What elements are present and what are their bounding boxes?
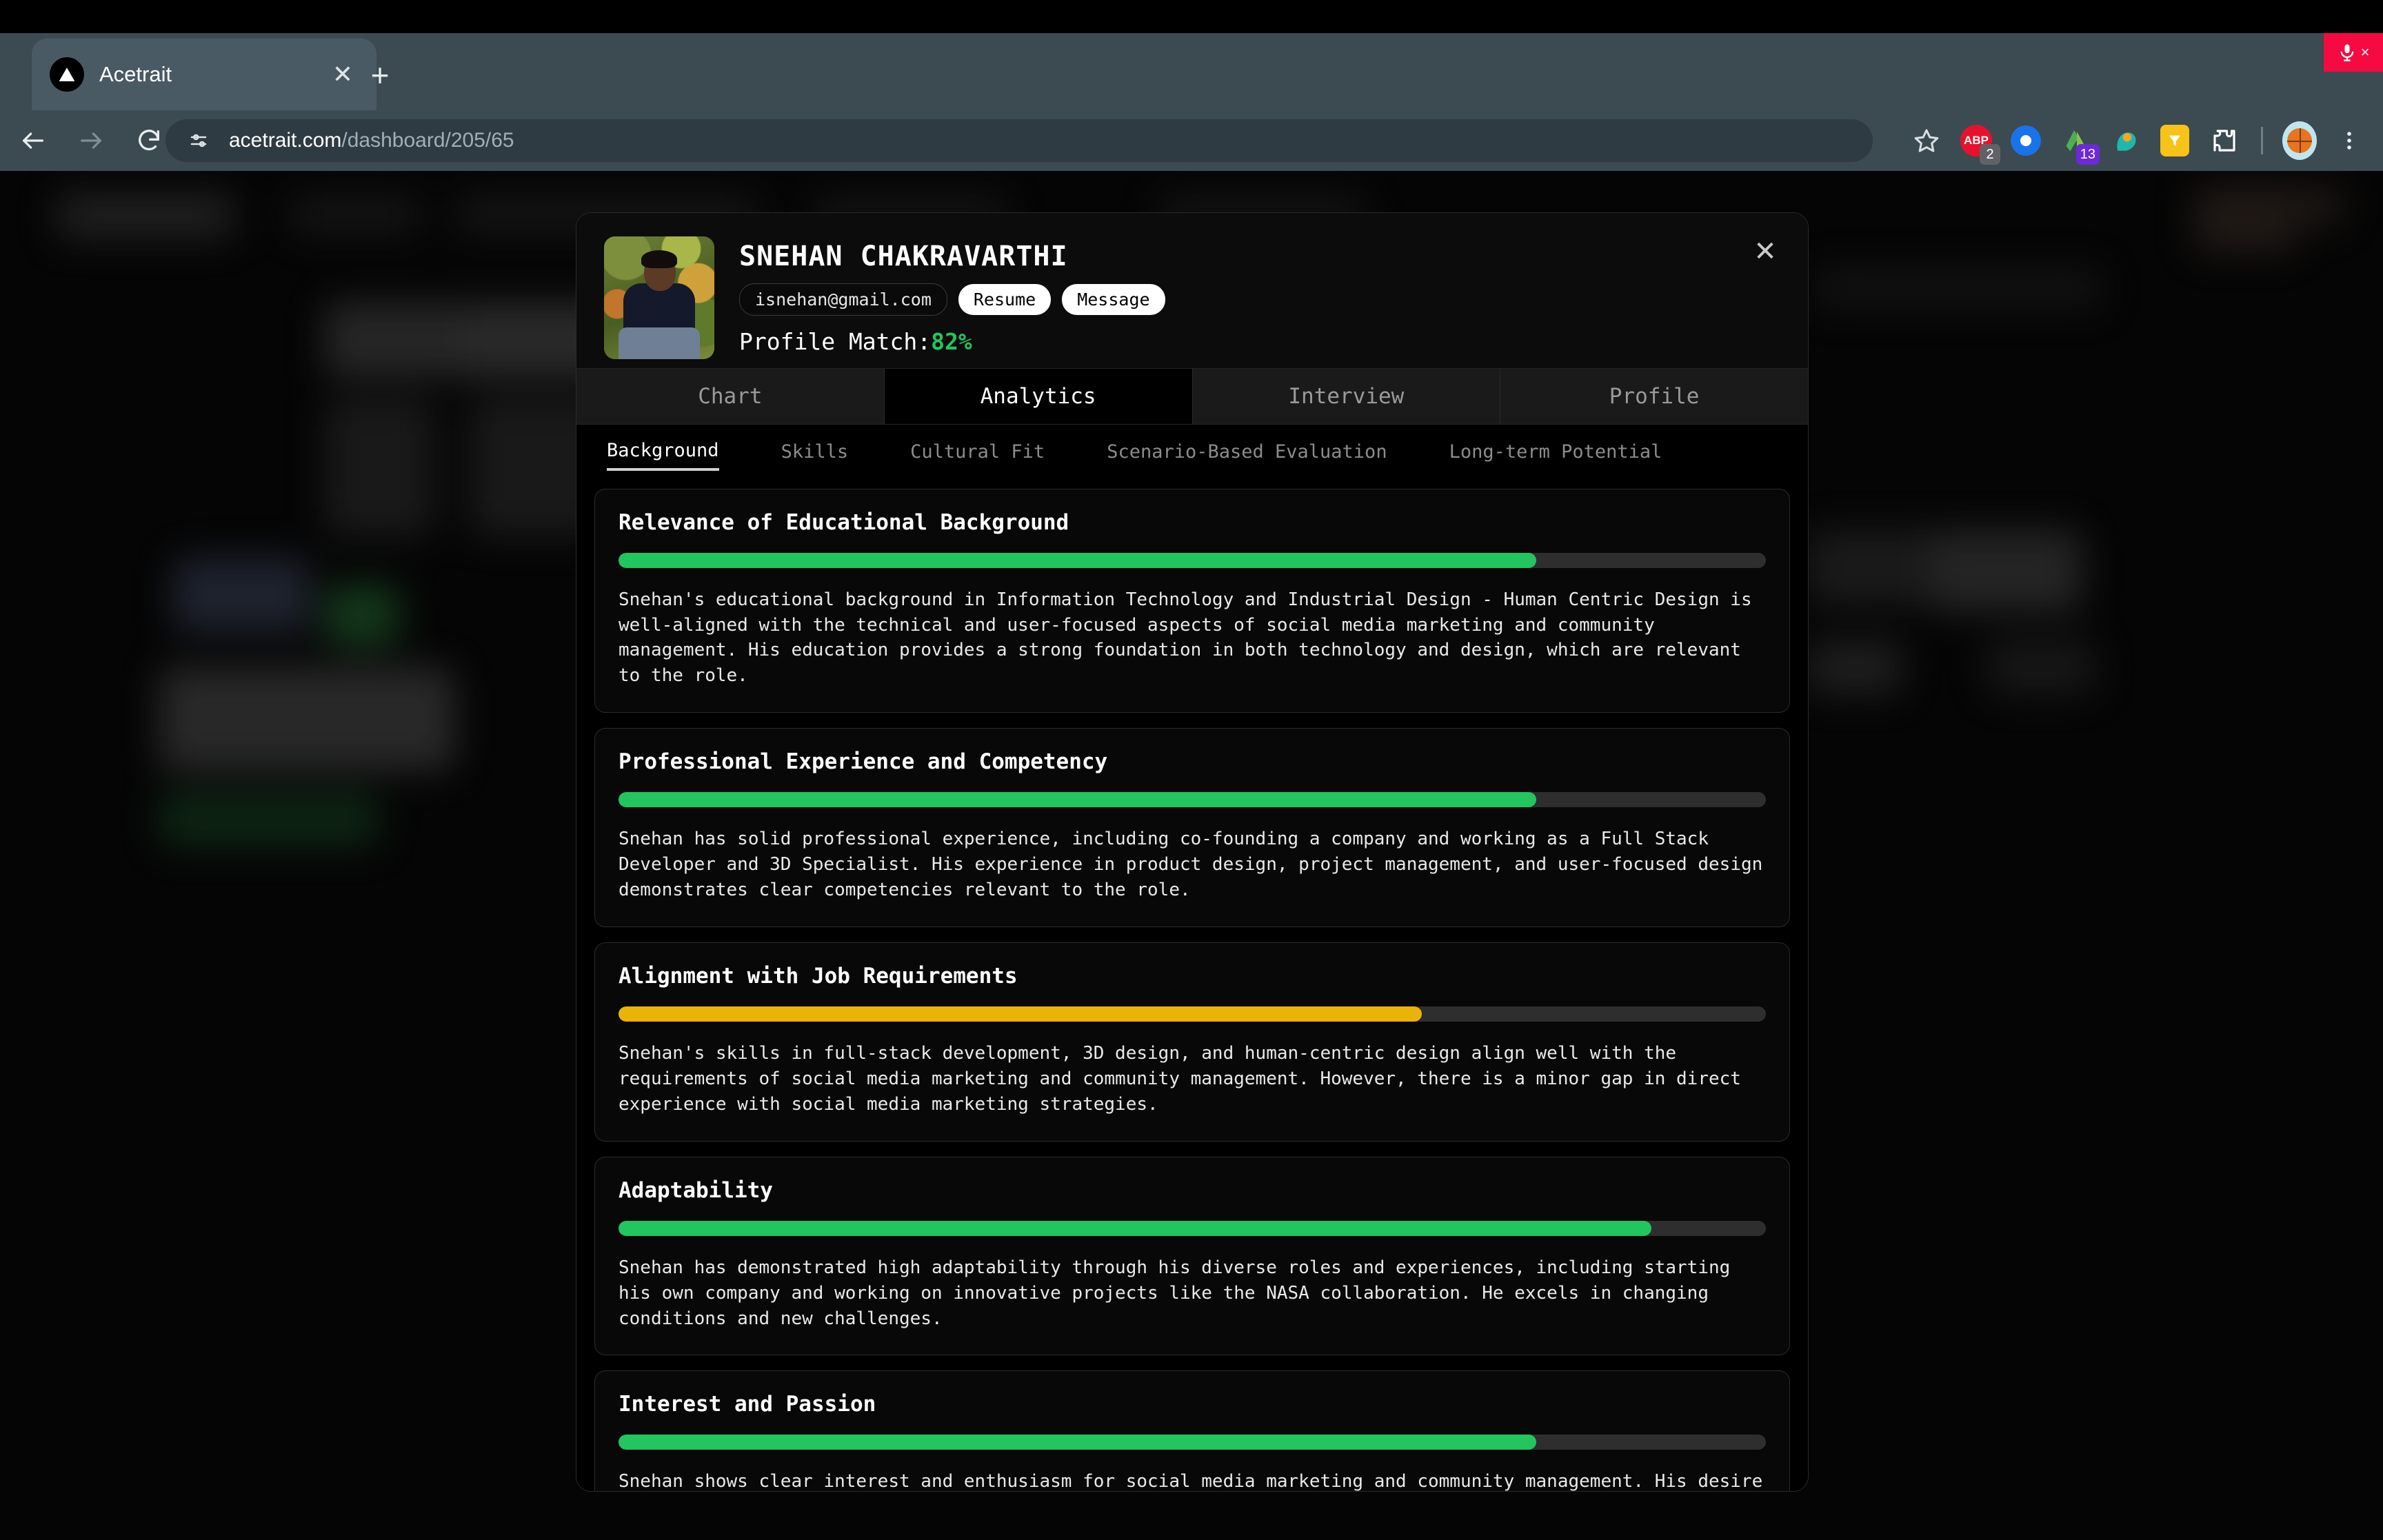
close-icon[interactable]: ✕ <box>327 59 359 90</box>
card-title: Interest and Passion <box>619 1392 876 1417</box>
analytics-cards[interactable]: Relevance of Educational Background Sneh… <box>576 481 1808 1491</box>
subtab-cultural-fit[interactable]: Cultural Fit <box>910 441 1045 469</box>
profile-match-label: Profile Match: <box>739 328 932 355</box>
modal-header: SNEHAN CHAKRAVARTHI isnehan@gmail.com Re… <box>576 213 1808 368</box>
profile-match-value: 82% <box>931 328 972 355</box>
address-bar[interactable]: acetrait.com/dashboard/205/65 <box>165 119 1873 162</box>
triangle-logo-icon <box>50 57 84 92</box>
score-bar-track <box>619 1435 1766 1450</box>
browser-window: Acetrait ✕ + acetrait.com/dashboard/205/… <box>0 0 2383 1540</box>
subtab-scenario-based-evaluation[interactable]: Scenario-Based Evaluation <box>1107 441 1387 469</box>
candidate-email[interactable]: isnehan@gmail.com <box>739 283 947 316</box>
basketball-avatar-icon[interactable] <box>2277 118 2322 163</box>
card-title: Relevance of Educational Background <box>619 509 1069 535</box>
toolbar-actions: ABP 2 13 <box>1904 110 2372 171</box>
analytics-subtabs: Background Skills Cultural Fit Scenario-… <box>576 424 1808 482</box>
close-icon[interactable]: × <box>2361 45 2370 60</box>
card-title: Alignment with Job Requirements <box>619 963 1018 989</box>
card-description: Snehan's skills in full-stack developmen… <box>619 1042 1741 1115</box>
score-bar-fill <box>619 792 1537 808</box>
score-bar-fill <box>619 1220 1651 1236</box>
score-bar-track <box>619 792 1766 808</box>
score-bar-track <box>619 552 1766 568</box>
card-description: Snehan shows clear interest and enthusia… <box>619 1471 1763 1491</box>
score-bar-track <box>619 1006 1766 1022</box>
extension-badge: 2 <box>1980 144 2000 165</box>
card-description: Snehan has demonstrated high adaptabilit… <box>619 1257 1731 1329</box>
candidate-actions: isnehan@gmail.com Resume Message <box>739 283 1780 316</box>
modal-tabs: Chart Analytics Interview Profile <box>576 367 1808 425</box>
candidate-summary: SNEHAN CHAKRAVARTHI isnehan@gmail.com Re… <box>739 236 1780 355</box>
resume-button[interactable]: Resume <box>958 284 1052 315</box>
browser-tab-strip: Acetrait ✕ + <box>0 33 2383 110</box>
analytics-card: Relevance of Educational Background Sneh… <box>594 488 1790 713</box>
card-description: Snehan's educational background in Infor… <box>619 589 1752 687</box>
three-dot-menu-icon[interactable] <box>2326 118 2372 163</box>
analytics-card: Interest and Passion Snehan shows clear … <box>594 1370 1790 1491</box>
analytics-card: Adaptability Snehan has demonstrated hig… <box>594 1156 1790 1356</box>
candidate-detail-modal: SNEHAN CHAKRAVARTHI isnehan@gmail.com Re… <box>576 212 1809 1492</box>
candidate-photo <box>604 236 714 359</box>
score-bar-fill <box>619 1435 1537 1450</box>
card-title: Professional Experience and Competency <box>619 749 1108 775</box>
plus-icon[interactable]: + <box>359 54 401 97</box>
tune-icon[interactable] <box>183 125 214 156</box>
close-icon[interactable]: ✕ <box>1747 234 1783 270</box>
score-bar-fill <box>619 1006 1422 1022</box>
puzzle-extensions-icon[interactable] <box>2202 118 2247 163</box>
tab-chart[interactable]: Chart <box>576 368 885 424</box>
message-button[interactable]: Message <box>1062 284 1165 315</box>
score-bar-track <box>619 1220 1766 1236</box>
candidate-name: SNEHAN CHAKRAVARTHI <box>739 241 1068 272</box>
analytics-card: Alignment with Job Requirements Snehan's… <box>594 942 1790 1142</box>
url-path: /dashboard/205/65 <box>341 129 514 152</box>
extension-badge: 13 <box>2075 144 2100 165</box>
analytics-card: Professional Experience and Competency S… <box>594 728 1790 927</box>
yellow-funnel-extension-icon[interactable] <box>2152 118 2198 163</box>
teal-head-extension-icon[interactable] <box>2102 118 2148 163</box>
url-host: acetrait.com <box>229 129 342 152</box>
forward-arrow-icon[interactable] <box>66 116 116 165</box>
recording-banner[interactable]: × <box>2324 33 2383 72</box>
subtab-background[interactable]: Background <box>607 440 719 471</box>
blue-circle-extension-icon[interactable] <box>2003 118 2049 163</box>
adblock-plus-icon[interactable]: ABP 2 <box>1953 118 2000 165</box>
microphone-icon <box>2340 44 2353 61</box>
browser-toolbar: acetrait.com/dashboard/205/65 ABP 2 13 <box>0 110 2383 171</box>
browser-tab-title: Acetrait <box>99 62 172 86</box>
address-bar-url: acetrait.com/dashboard/205/65 <box>229 129 514 152</box>
subtab-skills[interactable]: Skills <box>781 441 849 469</box>
browser-tab[interactable]: Acetrait ✕ <box>32 39 376 110</box>
tab-interview[interactable]: Interview <box>1193 368 1501 424</box>
green-shapes-extension-icon[interactable]: 13 <box>2053 118 2100 165</box>
back-arrow-icon[interactable] <box>8 116 58 165</box>
subtab-long-term-potential[interactable]: Long-term Potential <box>1449 441 1662 469</box>
card-title: Adaptability <box>619 1177 773 1203</box>
profile-match: Profile Match:82% <box>739 328 1780 355</box>
tab-analytics[interactable]: Analytics <box>884 368 1193 424</box>
toolbar-divider <box>2261 127 2263 154</box>
tab-profile[interactable]: Profile <box>1500 369 1808 424</box>
score-bar-fill <box>619 552 1537 568</box>
star-icon[interactable] <box>1904 118 1949 163</box>
card-description: Snehan has solid professional experience… <box>619 829 1763 901</box>
